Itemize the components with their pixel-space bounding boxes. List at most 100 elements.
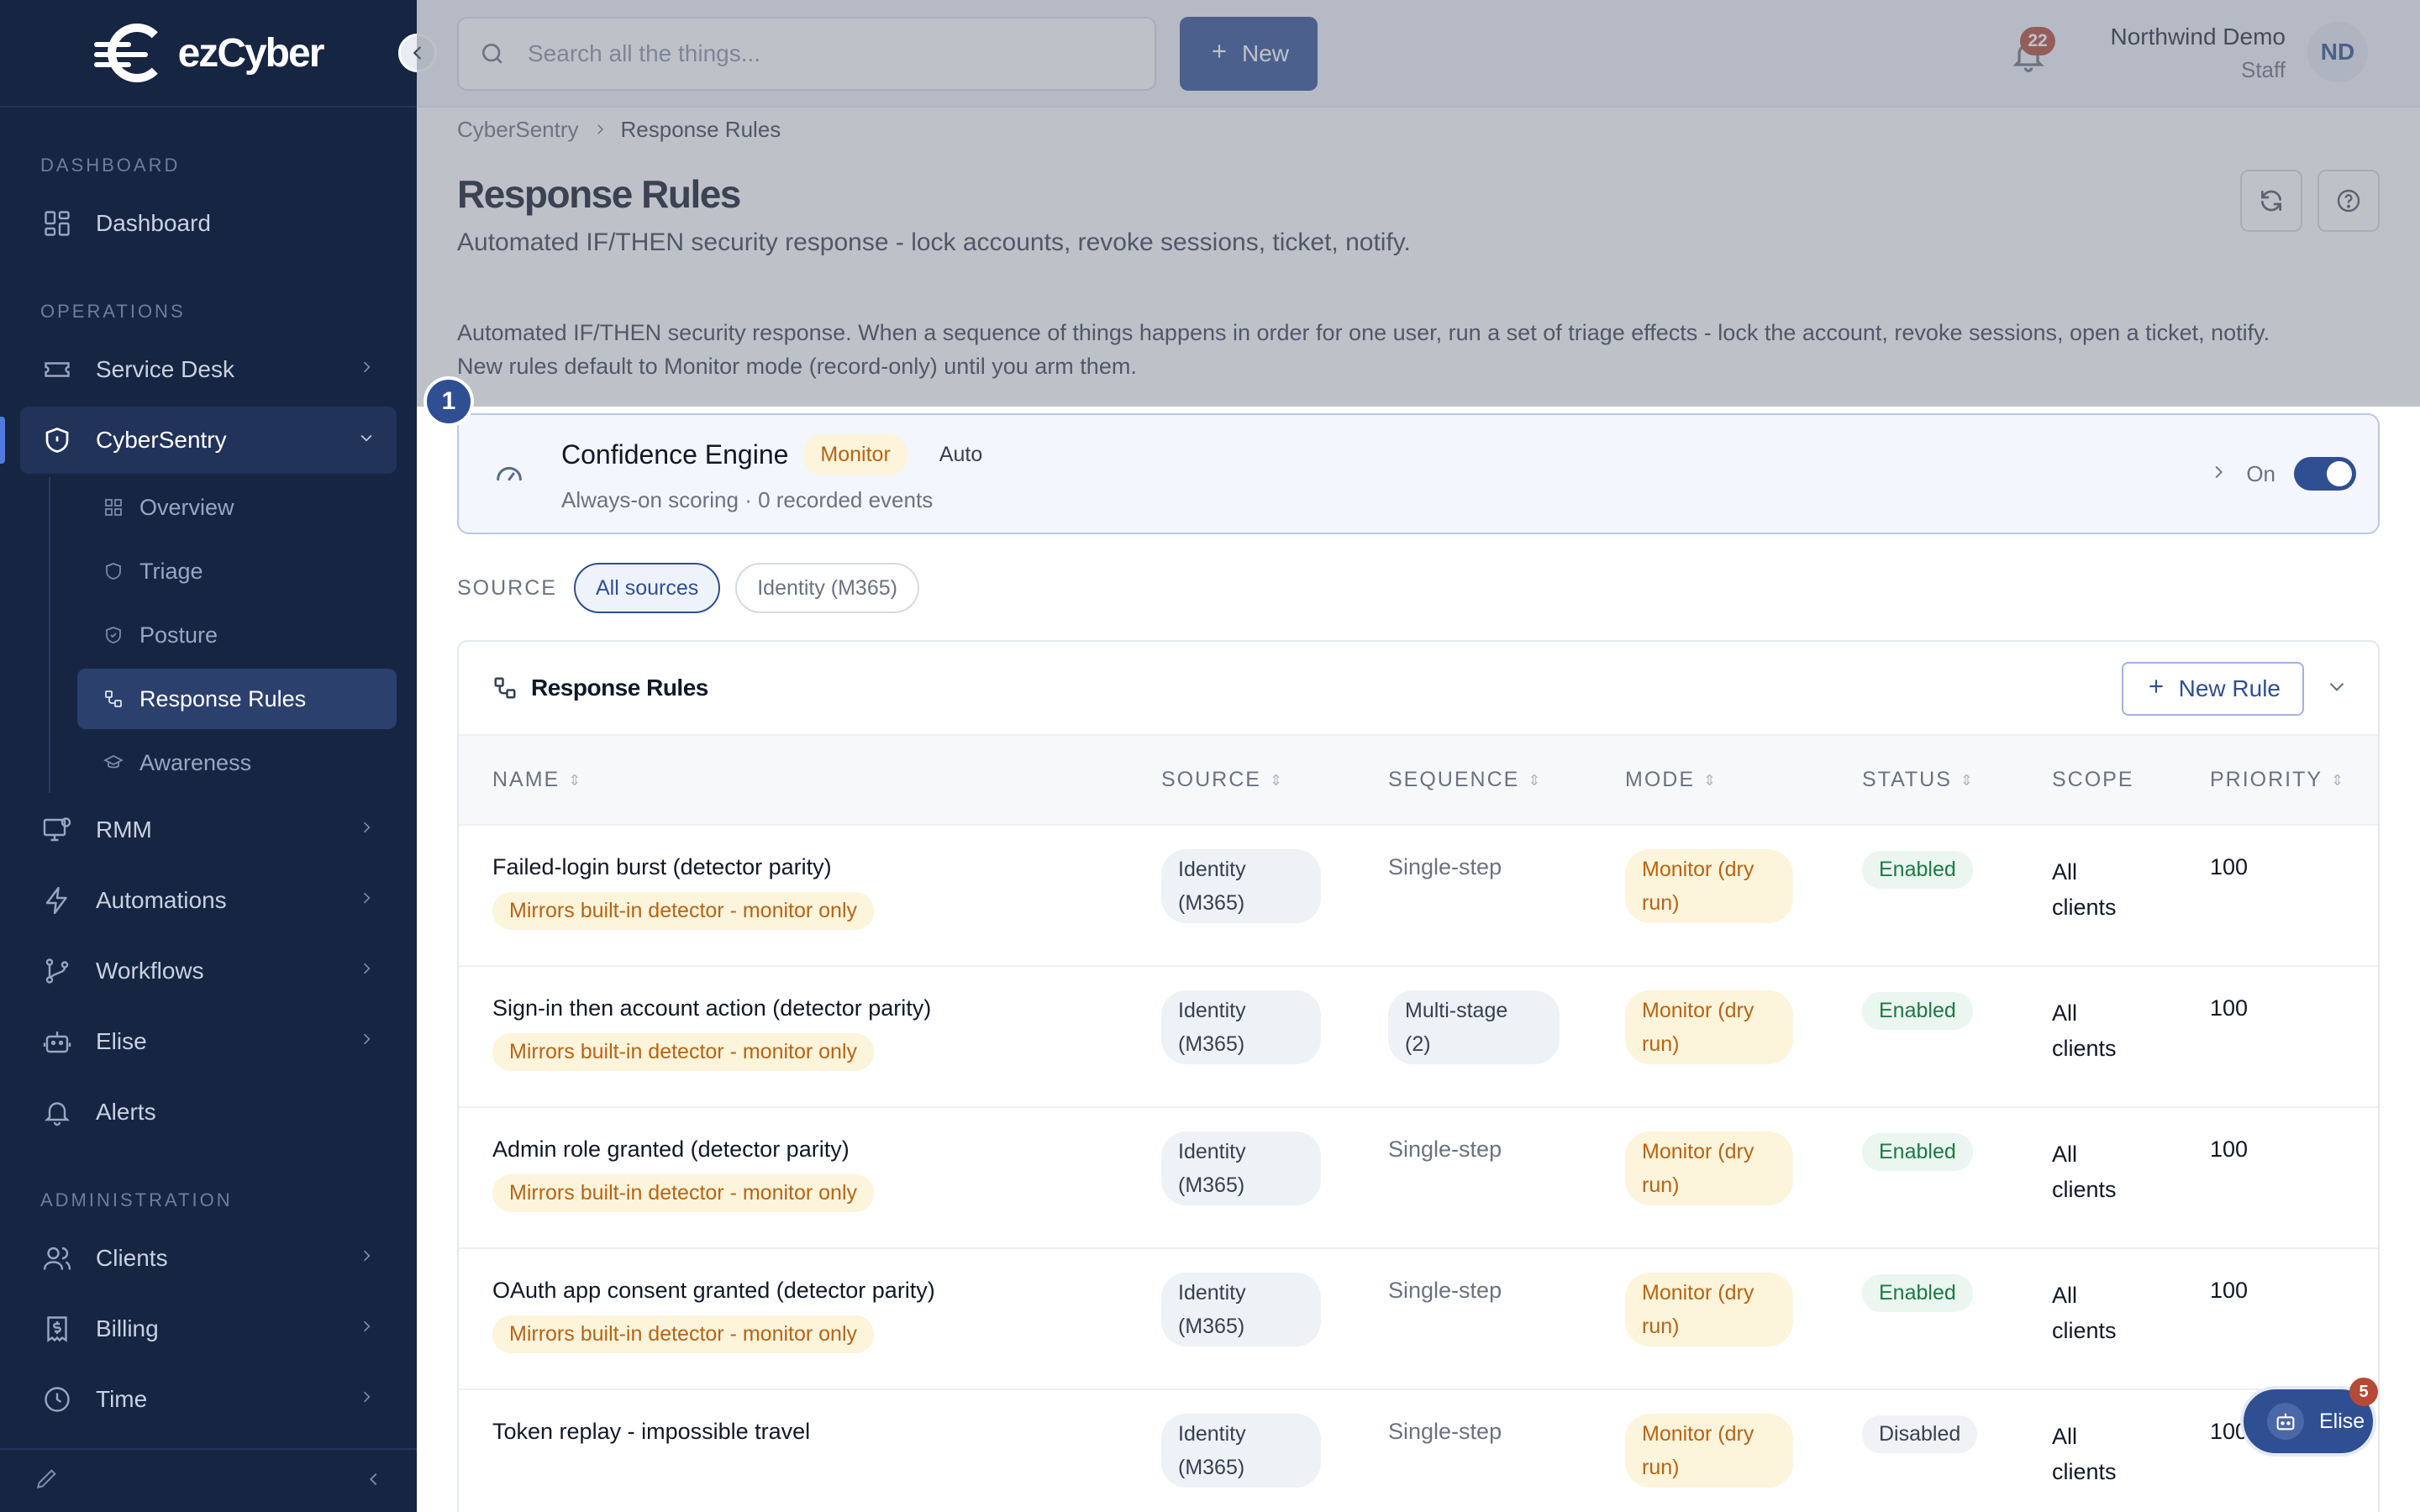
priority-text: 100 [2176, 1107, 2378, 1249]
sort-icon: ⇕ [2331, 771, 2344, 789]
column-header-name[interactable]: NAME ⇕ [459, 736, 1128, 826]
source-badge: Identity (M365) [1161, 1414, 1321, 1488]
engine-title: Confidence Engine [561, 439, 789, 470]
table-row[interactable]: Admin role granted (detector parity) Mirr… [459, 1107, 2378, 1249]
logo-text: ezCyber [177, 30, 325, 76]
sidebar-subitem-label: Response Rules [139, 685, 307, 711]
breadcrumb: CyberSentry Response Rules [457, 111, 2380, 148]
avatar[interactable]: ND [2307, 22, 2368, 82]
sidebar-item-time[interactable]: Time [20, 1366, 397, 1433]
card-header: Response Rules New Rule [459, 642, 2378, 736]
column-header-mode[interactable]: MODE ⇕ [1591, 736, 1828, 826]
sidebar-item-elise[interactable]: Elise [20, 1008, 397, 1075]
new-button-label: New [1241, 40, 1289, 66]
git-branch-icon [40, 954, 74, 988]
help-button[interactable] [2317, 170, 2380, 232]
table-row[interactable]: OAuth app consent granted (detector pari… [459, 1248, 2378, 1390]
sequence-text: Single-step [1388, 1419, 1502, 1444]
sidebar-subitem-posture[interactable]: Posture [77, 605, 397, 665]
sidebar-item-label: Dashboard [96, 210, 211, 236]
nav-section-administration: ADMINISTRATION [40, 1189, 233, 1210]
rule-name[interactable]: OAuth app consent granted (detector pari… [492, 1278, 1128, 1304]
user-name: Northwind Demo [2110, 24, 2286, 50]
workflow-icon [103, 688, 124, 710]
chevron-left-icon[interactable] [365, 1467, 383, 1494]
sidebar-item-label: CyberSentry [96, 427, 227, 453]
users-icon [40, 1242, 74, 1275]
sidebar-item-rmm[interactable]: RMM [20, 796, 397, 864]
sidebar-item-alerts[interactable]: Alerts [20, 1079, 397, 1146]
rule-tag-badge: Mirrors built-in detector - monitor only [492, 892, 875, 930]
table-row[interactable]: Failed-login burst (detector parity) Mirr… [459, 825, 2378, 967]
rule-name[interactable]: Sign-in then account action (detector pa… [492, 995, 1128, 1021]
search-box[interactable] [457, 17, 1156, 91]
refresh-button[interactable] [2240, 170, 2302, 232]
rule-tag-badge: Mirrors built-in detector - monitor only [492, 1033, 875, 1071]
sidebar-item-workflows[interactable]: Workflows [20, 937, 397, 1005]
robot-icon [2267, 1403, 2304, 1440]
status-badge: Disabled [1862, 1415, 1978, 1453]
sidebar-item-clients[interactable]: Clients [20, 1225, 397, 1292]
source-badge: Identity (M365) [1161, 849, 1321, 923]
source-badge: Identity (M365) [1161, 1273, 1321, 1347]
sidebar-item-service-desk[interactable]: Service Desk [20, 336, 397, 403]
scope-text: All clients [2018, 825, 2176, 967]
rule-name[interactable]: Failed-login burst (detector parity) [492, 854, 1128, 880]
sidebar-subitem-overview[interactable]: Overview [77, 477, 397, 538]
filter-chip-all-sources[interactable]: All sources [573, 563, 721, 613]
search-icon [479, 39, 509, 69]
new-button[interactable]: New [1180, 17, 1318, 91]
sidebar-item-automations[interactable]: Automations [20, 867, 397, 934]
sidebar-subitem-triage[interactable]: Triage [77, 541, 397, 601]
table-row[interactable]: Sign-in then account action (detector pa… [459, 966, 2378, 1108]
sidebar-item-label: Service Desk [96, 356, 234, 382]
user-info[interactable]: Northwind Demo Staff [2110, 24, 2286, 83]
rule-name[interactable]: Token replay - impossible travel [492, 1419, 1128, 1445]
grid-icon [103, 496, 124, 518]
chevron-down-icon[interactable] [2326, 675, 2348, 701]
pencil-icon[interactable] [34, 1465, 60, 1498]
column-header-scope: SCOPE [2018, 736, 2176, 826]
column-header-sequence[interactable]: SEQUENCE ⇕ [1355, 736, 1591, 826]
filter-chip-identity-m365[interactable]: Identity (M365) [735, 563, 919, 613]
column-header-priority[interactable]: PRIORITY ⇕ [2176, 736, 2378, 826]
rule-tag-badge: Mirrors built-in detector - monitor only [492, 1315, 875, 1353]
confidence-engine-card[interactable]: 1 Confidence Engine Monitor Auto Always-… [424, 376, 2380, 534]
priority-text: 100 [2176, 825, 2378, 967]
sidebar-item-label: Clients [96, 1245, 168, 1271]
receipt-dollar-icon [40, 1312, 74, 1346]
column-header-status[interactable]: STATUS ⇕ [1828, 736, 2018, 826]
collapse-sidebar-button[interactable] [398, 34, 437, 72]
sort-icon: ⇕ [1269, 771, 1283, 789]
mode-badge: Monitor (dry run) [1625, 849, 1793, 923]
sidebar-item-label: Workflows [96, 958, 204, 984]
engine-toggle[interactable] [2294, 457, 2356, 491]
sidebar-subitem-response-rules[interactable]: Response Rules [77, 669, 397, 729]
status-badge: Enabled [1862, 992, 1973, 1030]
description-line-2: New rules default to Monitor mode (recor… [457, 354, 1137, 379]
rule-name[interactable]: Admin role granted (detector parity) [492, 1137, 1128, 1163]
sidebar-item-dashboard[interactable]: Dashboard [20, 190, 397, 257]
table-row[interactable]: Token replay - impossible travel Identit… [459, 1389, 2378, 1512]
page-subtitle: Automated IF/THEN security response - lo… [457, 228, 1411, 256]
chevron-right-icon[interactable] [2209, 461, 2228, 487]
search-input[interactable] [528, 40, 1150, 67]
sort-icon: ⇕ [1960, 771, 1974, 789]
elise-assistant-button[interactable]: Elise 5 [2240, 1378, 2378, 1457]
grid-icon [40, 207, 74, 240]
sidebar-subitem-awareness[interactable]: Awareness [77, 732, 397, 793]
new-rule-button[interactable]: New Rule [2121, 662, 2304, 716]
clock-icon [40, 1383, 74, 1416]
breadcrumb-parent-link[interactable]: CyberSentry [457, 117, 579, 143]
elise-label: Elise [2319, 1409, 2365, 1433]
new-rule-label: New Rule [2178, 675, 2281, 701]
rule-tag-badge: Mirrors built-in detector - monitor only [492, 1174, 875, 1212]
sidebar-item-cybersentry[interactable]: CyberSentry [0, 407, 397, 474]
ezcyber-logo[interactable]: ezCyber [93, 22, 325, 84]
chevron-right-icon [592, 117, 608, 143]
scope-text: All clients [2018, 1107, 2176, 1249]
notifications-button[interactable]: 22 [2010, 27, 2055, 72]
column-header-source[interactable]: SOURCE ⇕ [1128, 736, 1355, 826]
sequence-text: Single-step [1388, 1278, 1502, 1303]
sidebar-item-billing[interactable]: Billing [20, 1295, 397, 1362]
